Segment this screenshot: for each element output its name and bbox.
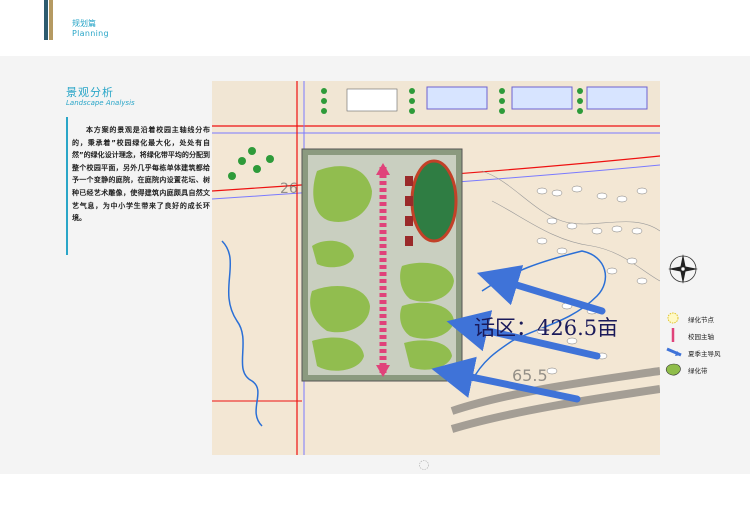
- legend-label: 绿化带: [688, 367, 708, 375]
- road-code-label: 26: [280, 181, 298, 197]
- summer-wind-arrow-icon: [666, 347, 682, 357]
- legend: 绿化节点 校园主轴 夏季主导风 绿化带: [664, 310, 750, 378]
- green-belt-icon: [665, 363, 681, 376]
- header-accent-bar: [44, 0, 48, 40]
- compass-icon: [668, 254, 698, 284]
- site-plan-map: 话区：426.5亩 26 65.5: [212, 81, 660, 455]
- section-title-en: Planning: [72, 29, 109, 38]
- page-indicator-icon: [419, 460, 429, 470]
- description-text: 本方案的景观是沿着校园主轴线分布的，秉承着”校园绿化最大化，处处有自然”的绿化设…: [72, 126, 210, 223]
- top-bar: 规划篇 Planning: [0, 0, 750, 52]
- green-node-icon: [667, 312, 679, 324]
- campus-site: [301, 148, 463, 382]
- legend-label: 校园主轴: [688, 333, 714, 341]
- page-subtitle: Landscape Analysis: [66, 99, 135, 107]
- legend-item: 夏季主导风: [664, 344, 750, 361]
- legend-label: 绿化节点: [688, 316, 714, 324]
- legend-item: 绿化节点: [664, 310, 750, 327]
- legend-item: 校园主轴: [664, 327, 750, 344]
- road-code-label: 65.5: [512, 366, 548, 385]
- title-divider: [66, 117, 68, 255]
- section-title-cn: 规划篇: [72, 19, 96, 28]
- legend-label: 夏季主导风: [688, 350, 721, 358]
- campus-axis-icon: [671, 328, 675, 342]
- area-label: 话区：426.5亩: [474, 316, 618, 340]
- page-title: 景观分析: [66, 86, 114, 99]
- header-accent-bar-gold: [49, 0, 53, 40]
- legend-item: 绿化带: [664, 361, 750, 378]
